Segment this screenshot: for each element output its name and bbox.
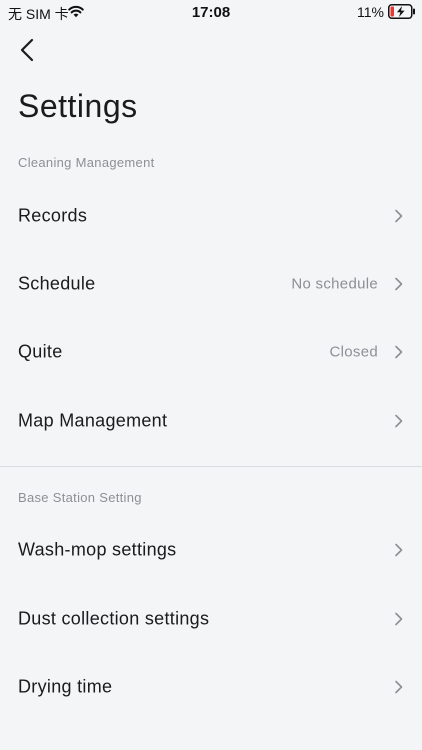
chevron-right-icon	[395, 209, 403, 223]
page-title: Settings	[18, 88, 138, 124]
row-label: Quite	[18, 341, 63, 362]
settings-row-schedule[interactable]: Schedule No schedule	[0, 250, 422, 318]
row-label: Dust collection settings	[18, 608, 210, 629]
row-label: Records	[18, 205, 88, 226]
settings-screen: 无 SIM 卡 17:08 11% Settings Cleaning Mana…	[0, 0, 422, 750]
chevron-right-icon	[395, 543, 403, 557]
settings-row-dust-collection[interactable]: Dust collection settings	[0, 585, 422, 653]
settings-row-records[interactable]: Records	[0, 182, 422, 250]
chevron-right-icon	[395, 612, 403, 626]
chevron-right-icon	[395, 277, 403, 291]
battery-charging-icon	[388, 4, 415, 19]
settings-row-drying-time[interactable]: Drying time	[0, 653, 422, 721]
settings-row-quite[interactable]: Quite Closed	[0, 318, 422, 386]
row-value: Closed	[329, 343, 378, 361]
row-label: Map Management	[18, 410, 168, 431]
row-label: Drying time	[18, 676, 113, 697]
chevron-left-icon	[20, 38, 34, 62]
chevron-right-icon	[395, 680, 403, 694]
back-button[interactable]	[14, 36, 42, 64]
status-bar: 无 SIM 卡 17:08 11%	[0, 0, 422, 24]
row-label: Schedule	[18, 273, 96, 294]
settings-row-map-management[interactable]: Map Management	[0, 387, 422, 455]
section-header-base-station-setting: Base Station Setting	[18, 490, 142, 505]
row-value: No schedule	[291, 275, 378, 293]
battery-percentage: 11%	[357, 4, 384, 20]
settings-row-wash-mop[interactable]: Wash-mop settings	[0, 516, 422, 584]
section-header-cleaning-management: Cleaning Management	[18, 155, 155, 170]
row-label: Wash-mop settings	[18, 539, 177, 560]
chevron-right-icon	[395, 414, 403, 428]
chevron-right-icon	[395, 345, 403, 359]
section-divider	[0, 466, 422, 467]
